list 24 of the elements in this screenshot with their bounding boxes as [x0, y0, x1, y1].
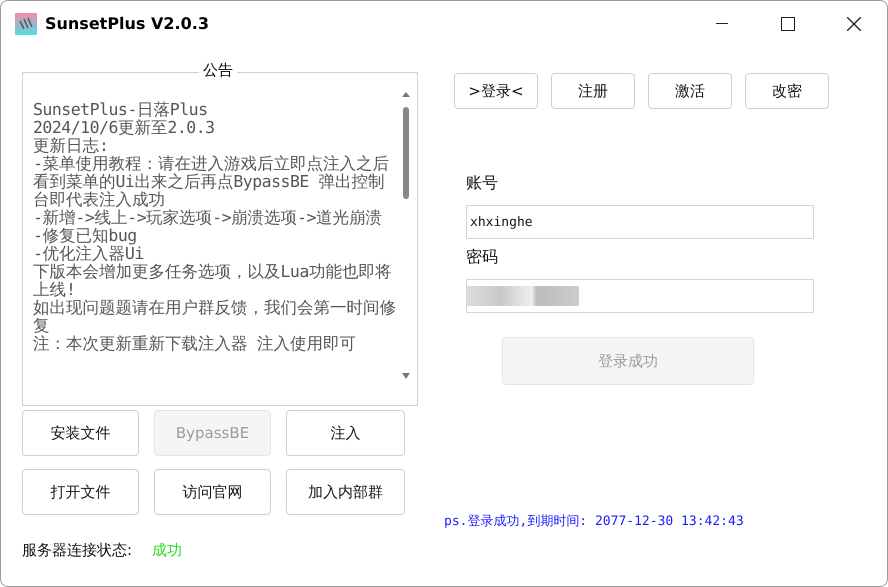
tab[interactable]: >登录<	[454, 73, 538, 109]
password-label: 密码	[466, 247, 499, 268]
account-field[interactable]: xhxinghe	[466, 205, 814, 239]
maximize-icon	[781, 16, 795, 30]
app-logo-icon	[15, 12, 37, 34]
action-button[interactable]: 访问官网	[154, 469, 271, 515]
action-button[interactable]: 加入内部群	[286, 469, 405, 515]
password-field[interactable]	[466, 279, 814, 313]
scrollbar[interactable]	[401, 91, 411, 381]
close-icon	[847, 16, 861, 30]
status-message: ps.登录成功,到期时间: 2077-12-30 13:42:43	[444, 513, 745, 530]
announcement-title: 公告	[199, 61, 237, 80]
server-status-value: 成功	[152, 541, 182, 560]
server-status-label: 服务器连接状态:	[22, 541, 132, 560]
minimize-icon	[716, 22, 728, 24]
tab[interactable]: 激活	[648, 73, 732, 109]
tab[interactable]: 改密	[745, 73, 829, 109]
action-button[interactable]: 注入	[286, 410, 405, 456]
account-label: 账号	[466, 173, 499, 194]
action-button[interactable]: 安装文件	[22, 410, 139, 456]
action-button[interactable]: 打开文件	[22, 469, 139, 515]
window-title: SunsetPlus V2.0.3	[45, 14, 210, 33]
tab[interactable]: 注册	[551, 73, 635, 109]
announcement-text: SunsetPlus-日落Plus 2024/10/6更新至2.0.3 更新日志: -菜单使用教程：请在进入游戏后立即点注入之后看到菜单的Ui出来之后再点BypassBE 弹出控制台即代表注入成功 -新增->线上->玩家选项->崩溃选项->道光崩溃 -修复已知bug -优化注入器Ui 下版本会增加更多任务选项，以及Lua功能也即将上线! 如出现问题题请在用户群反馈，我们会第一时间修复 注：本次更新重新下载注入器 注入使用即可	[33, 101, 397, 355]
